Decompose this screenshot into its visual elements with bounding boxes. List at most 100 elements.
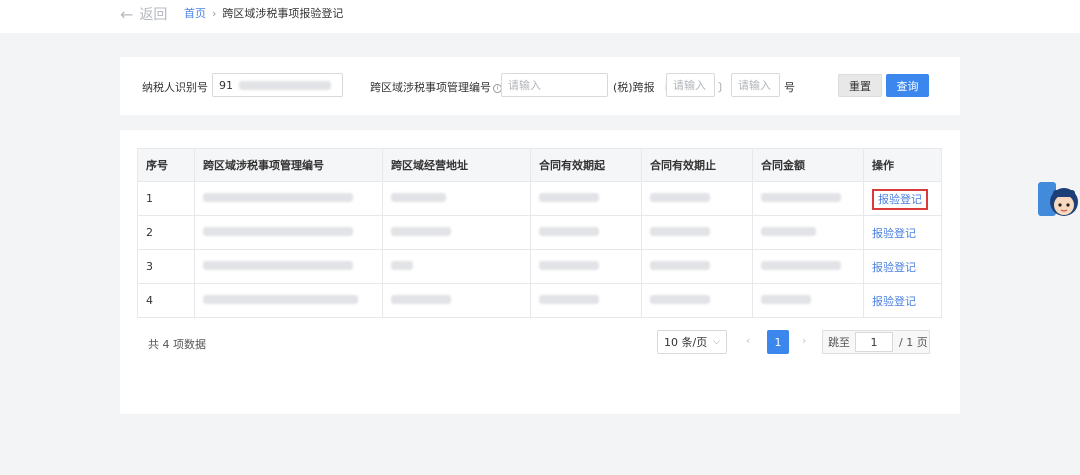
redacted-text bbox=[203, 227, 353, 236]
redacted-text bbox=[391, 295, 451, 304]
tax-cross-label: (税)跨报 bbox=[613, 81, 655, 94]
assistant-mascot-icon[interactable] bbox=[1036, 178, 1080, 224]
col-header-end-date: 合同有效期止 bbox=[641, 148, 753, 182]
redacted-cell bbox=[194, 249, 383, 284]
breadcrumb: 首页 › 跨区域涉税事项报验登记 bbox=[184, 5, 343, 21]
current-page-button[interactable]: 1 bbox=[767, 330, 789, 354]
action-cell: 报验登记 bbox=[863, 215, 942, 250]
redacted-cell bbox=[382, 181, 531, 216]
redacted-cell bbox=[194, 181, 383, 216]
col-header-index: 序号 bbox=[137, 148, 195, 182]
redacted-cell bbox=[382, 249, 531, 284]
results-panel: 序号 跨区域涉税事项管理编号 跨区域经营地址 合同有效期起 合同有效期止 合同金… bbox=[120, 130, 960, 414]
action-cell: 报验登记 bbox=[863, 181, 942, 216]
taxpayer-id-value: 91 bbox=[219, 78, 233, 92]
page-jumper: 跳至 1 / 1 页 bbox=[822, 330, 930, 354]
jump-label: 跳至 bbox=[828, 336, 850, 349]
page-size-value: 10 条/页 bbox=[664, 336, 708, 349]
redacted-text bbox=[391, 261, 413, 270]
arrow-left-icon: ← bbox=[120, 4, 134, 24]
redacted-text bbox=[203, 193, 353, 202]
redacted-text bbox=[203, 295, 358, 304]
number-placeholder: 请输入 bbox=[738, 79, 771, 92]
redacted-text bbox=[761, 261, 841, 270]
year-placeholder: 请输入 bbox=[673, 79, 706, 92]
redacted-text bbox=[203, 261, 353, 270]
redacted-cell bbox=[752, 181, 864, 216]
redacted-text bbox=[761, 295, 811, 304]
mgmt-no-input[interactable]: 请输入 bbox=[501, 73, 608, 97]
number-input[interactable]: 请输入 bbox=[731, 73, 780, 97]
redacted-cell bbox=[641, 181, 753, 216]
next-page-button[interactable]: › bbox=[802, 334, 806, 347]
redacted-text bbox=[391, 193, 446, 202]
redacted-text bbox=[391, 227, 451, 236]
mgmt-no-label: 跨区域涉税事项管理编号 i bbox=[370, 79, 502, 95]
mgmt-no-placeholder: 请输入 bbox=[508, 79, 541, 92]
redacted-text bbox=[650, 227, 710, 236]
chevron-down-icon: ⌵ bbox=[713, 337, 720, 347]
redacted-text bbox=[539, 261, 599, 270]
table-row: 3 报验登记 bbox=[137, 249, 942, 284]
back-label: 返回 bbox=[139, 7, 168, 23]
redacted-cell bbox=[530, 181, 642, 216]
redacted-text bbox=[539, 227, 599, 236]
register-link[interactable]: 报验登记 bbox=[872, 227, 916, 240]
taxpayer-id-label: 纳税人识别号 bbox=[142, 81, 208, 94]
redacted-text bbox=[761, 193, 841, 202]
table-row: 4 报验登记 bbox=[137, 283, 942, 318]
col-header-start-date: 合同有效期起 bbox=[530, 148, 642, 182]
bracket-close: 〕 bbox=[718, 81, 729, 94]
redacted-cell bbox=[382, 215, 531, 250]
reset-button[interactable]: 重置 bbox=[838, 74, 882, 97]
register-link[interactable]: 报验登记 bbox=[872, 188, 928, 210]
redacted-cell bbox=[382, 283, 531, 318]
row-index: 2 bbox=[137, 215, 195, 250]
register-link[interactable]: 报验登记 bbox=[872, 261, 916, 274]
page-size-select[interactable]: 10 条/页 ⌵ bbox=[657, 330, 727, 354]
taxpayer-id-input[interactable]: 91 bbox=[212, 73, 343, 97]
redacted-text bbox=[239, 80, 331, 90]
query-button[interactable]: 查询 bbox=[886, 74, 929, 97]
col-header-mgmt-no: 跨区域涉税事项管理编号 bbox=[194, 148, 383, 182]
total-count: 共 4 项数据 bbox=[148, 338, 206, 351]
breadcrumb-home[interactable]: 首页 bbox=[184, 5, 206, 21]
breadcrumb-separator: › bbox=[212, 6, 217, 20]
table-row: 2 报验登记 bbox=[137, 215, 942, 250]
redacted-text bbox=[650, 193, 710, 202]
filter-panel: 纳税人识别号 91 跨区域涉税事项管理编号 i 请输入 (税)跨报 〔 请输入 〕… bbox=[120, 57, 960, 115]
breadcrumb-current: 跨区域涉税事项报验登记 bbox=[222, 7, 344, 20]
redacted-cell bbox=[641, 215, 753, 250]
hao-label: 号 bbox=[784, 81, 795, 94]
col-header-action: 操作 bbox=[863, 148, 942, 182]
col-header-amount: 合同金额 bbox=[752, 148, 864, 182]
table-row: 1 报验登记 bbox=[137, 181, 942, 216]
top-bar: ← 返回 首页 › 跨区域涉税事项报验登记 bbox=[0, 0, 1080, 30]
year-input[interactable]: 请输入 bbox=[666, 73, 715, 97]
total-pages: / 1 页 bbox=[899, 336, 928, 349]
row-index: 4 bbox=[137, 283, 195, 318]
register-link[interactable]: 报验登记 bbox=[872, 295, 916, 308]
redacted-cell bbox=[530, 215, 642, 250]
col-header-address: 跨区域经营地址 bbox=[382, 148, 531, 182]
prev-page-button[interactable]: ‹ bbox=[746, 334, 750, 347]
mgmt-no-label-text: 跨区域涉税事项管理编号 bbox=[370, 81, 491, 94]
redacted-text bbox=[539, 193, 599, 202]
redacted-cell bbox=[641, 249, 753, 284]
jump-page-input[interactable]: 1 bbox=[855, 332, 893, 352]
redacted-text bbox=[761, 227, 816, 236]
redacted-text bbox=[539, 295, 599, 304]
redacted-cell bbox=[194, 215, 383, 250]
table-header-row: 序号 跨区域涉税事项管理编号 跨区域经营地址 合同有效期起 合同有效期止 合同金… bbox=[137, 148, 942, 182]
redacted-text bbox=[650, 295, 710, 304]
redacted-cell bbox=[530, 283, 642, 318]
redacted-cell bbox=[194, 283, 383, 318]
row-index: 3 bbox=[137, 249, 195, 284]
action-cell: 报验登记 bbox=[863, 283, 942, 318]
action-cell: 报验登记 bbox=[863, 249, 942, 284]
back-button[interactable]: ← 返回 bbox=[120, 4, 167, 24]
redacted-cell bbox=[530, 249, 642, 284]
redacted-cell bbox=[752, 249, 864, 284]
row-index: 1 bbox=[137, 181, 195, 216]
redacted-text bbox=[650, 261, 710, 270]
